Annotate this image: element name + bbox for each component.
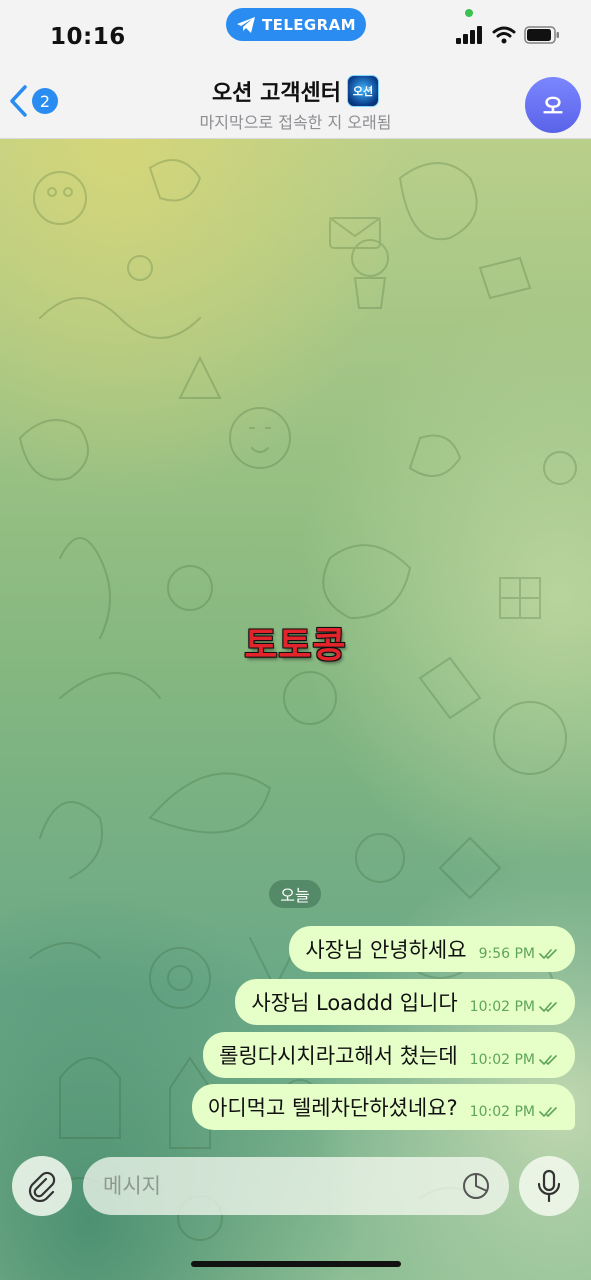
last-seen-status: 마지막으로 접속한 지 오래됨 <box>199 113 392 132</box>
message-meta: 10:02 PM <box>470 1104 559 1120</box>
message-time: 10:02 PM <box>469 999 535 1015</box>
unread-count-badge: 2 <box>32 88 58 114</box>
message-text: 롤링다시치라고해서 쳤는데 <box>219 1044 458 1068</box>
chat-header: 2 오션 고객센터 오션 마지막으로 접속한 지 오래됨 오 <box>0 70 591 139</box>
contact-avatar[interactable]: 오 <box>525 77 581 133</box>
status-bar: 10:16 TELEGRAM <box>0 0 591 70</box>
watermark-text: 토토콩 <box>244 625 347 666</box>
message-text: 사장님 Loaddd 입니다 <box>251 991 458 1015</box>
sticker-icon[interactable] <box>461 1171 491 1201</box>
double-check-icon <box>539 1107 557 1117</box>
chat-title-text: 오션 고객센터 <box>211 81 342 106</box>
message-meta: 10:02 PM <box>470 999 559 1015</box>
voice-message-button[interactable] <box>519 1156 579 1216</box>
double-check-icon <box>539 949 557 959</box>
message-time: 10:02 PM <box>469 1052 535 1068</box>
back-chevron-icon <box>10 85 27 117</box>
wifi-icon <box>492 26 516 44</box>
attach-icon <box>28 1171 56 1202</box>
mic-icon <box>537 1169 561 1203</box>
signal-icon <box>456 26 482 44</box>
telegram-icon <box>237 16 256 33</box>
message-bubble[interactable]: 롤링다시치라고해서 쳤는데 10:02 PM <box>203 1032 575 1078</box>
attach-button[interactable] <box>12 1156 72 1216</box>
message-input-container <box>83 1157 509 1215</box>
message-input[interactable] <box>101 1173 445 1199</box>
title-emoji-badge: 오션 <box>347 75 380 107</box>
privacy-indicator-dot <box>465 9 473 17</box>
system-icons <box>456 26 560 44</box>
date-separator: 오늘 <box>269 880 321 908</box>
clock: 10:16 <box>50 24 126 50</box>
message-bubble[interactable]: 아디먹고 텔레차단하셨네요? 10:02 PM <box>192 1084 575 1130</box>
message-bubble[interactable]: 사장님 Loaddd 입니다 10:02 PM <box>235 979 575 1025</box>
telegram-chat-screen: 10:16 TELEGRAM 2 오션 고객센터 오션 마지막으로 접속한 지 … <box>0 0 591 1280</box>
message-meta: 10:02 PM <box>470 1052 559 1068</box>
message-bubble[interactable]: 사장님 안녕하세요 9:56 PM <box>289 926 575 972</box>
back-button[interactable]: 2 <box>8 84 58 118</box>
message-text: 아디먹고 텔레차단하셨네요? <box>208 1096 458 1120</box>
chat-title: 오션 고객센터 오션 <box>211 75 380 107</box>
double-check-icon <box>539 1002 557 1012</box>
message-text: 사장님 안녕하세요 <box>305 938 467 962</box>
telegram-pill-label: TELEGRAM <box>262 15 356 34</box>
telegram-pill[interactable]: TELEGRAM <box>226 8 366 41</box>
battery-icon <box>524 26 559 44</box>
message-meta: 9:56 PM <box>479 946 559 962</box>
message-time: 9:56 PM <box>478 946 535 962</box>
home-indicator[interactable] <box>191 1261 401 1267</box>
chat-title-area[interactable]: 오션 고객센터 오션 마지막으로 접속한 지 오래됨 <box>120 75 471 133</box>
double-check-icon <box>539 1055 557 1065</box>
message-time: 10:02 PM <box>469 1104 535 1120</box>
